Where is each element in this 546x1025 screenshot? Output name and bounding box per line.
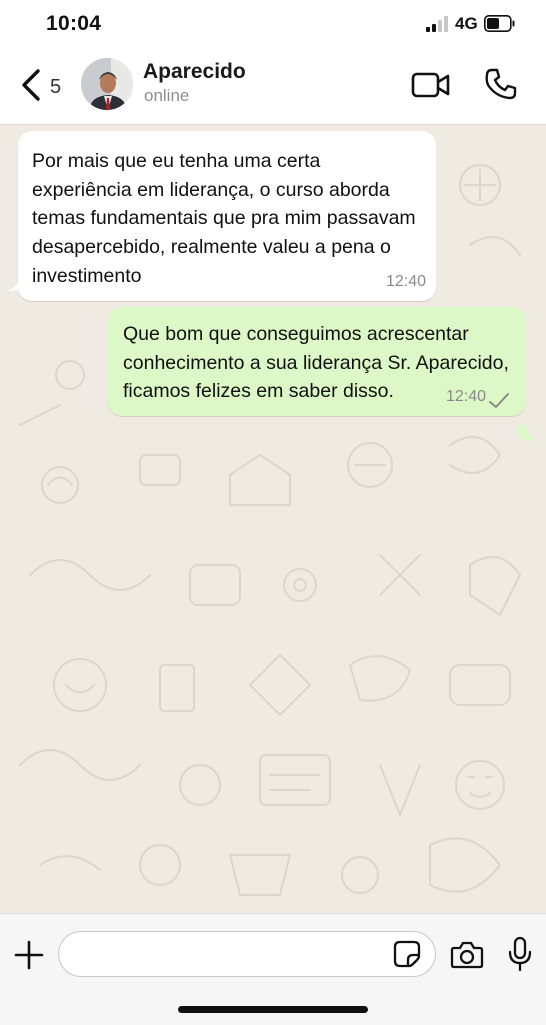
microphone-icon (508, 936, 532, 972)
message-time: 12:40 (445, 388, 486, 406)
home-indicator (178, 1006, 368, 1013)
microphone-button[interactable] (508, 936, 532, 972)
attach-button[interactable] (14, 940, 44, 970)
phone-icon (485, 68, 517, 100)
status-bar: 10:04 4G (0, 0, 546, 50)
contact-name[interactable]: Aparecido (143, 60, 246, 84)
plus-icon (14, 940, 44, 970)
message-bubble-outgoing[interactable]: Que bom que conseguimos acrescentar conh… (108, 307, 526, 417)
bubble-tail-incoming (8, 275, 28, 291)
message-bubble-incoming[interactable]: Por mais que eu tenha uma certa experiên… (18, 131, 436, 301)
chevron-left-icon (22, 69, 40, 101)
sticker-button[interactable] (393, 940, 421, 968)
chat-area[interactable]: Por mais que eu tenha uma certa experiên… (0, 125, 546, 913)
contact-status: online (144, 86, 190, 105)
message-time: 12:40 (385, 272, 426, 290)
sticker-icon (393, 940, 421, 968)
camera-button[interactable] (450, 940, 484, 970)
voice-call-button[interactable] (484, 67, 518, 101)
input-bar (0, 913, 546, 1025)
message-field[interactable] (58, 931, 436, 978)
video-camera-icon (411, 72, 450, 98)
video-call-button[interactable] (411, 70, 451, 100)
message-text: Por mais que eu tenha uma certa experiên… (32, 150, 416, 287)
bubble-tail-outgoing (518, 425, 538, 441)
unread-count: 5 (50, 76, 62, 98)
network-type: 4G (455, 14, 478, 33)
avatar-photo (81, 58, 133, 110)
camera-icon (450, 941, 484, 969)
avatar[interactable] (81, 58, 133, 110)
message-input[interactable] (75, 932, 389, 978)
check-icon (489, 393, 509, 409)
battery-icon (484, 15, 515, 32)
back-button[interactable]: 5 (18, 66, 68, 104)
chat-header: 5 Aparecido online (0, 50, 546, 125)
signal-strength-icon (426, 16, 448, 32)
status-time: 10:04 (46, 12, 102, 35)
